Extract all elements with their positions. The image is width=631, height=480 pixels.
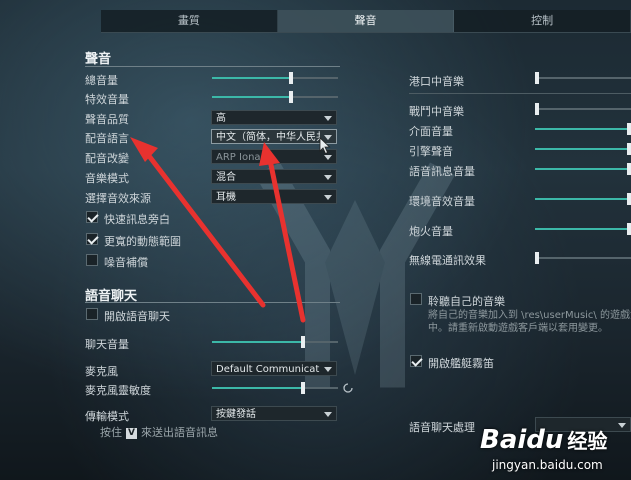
annotation-arrows <box>130 137 306 323</box>
watermark-brand: Baidu 经验 <box>480 425 607 455</box>
watermark-brand-cn: 经验 <box>567 429 608 453</box>
watermark-url: jingyan.baidu.com <box>492 458 603 472</box>
watermark-brand-text: Baidu <box>480 425 564 455</box>
